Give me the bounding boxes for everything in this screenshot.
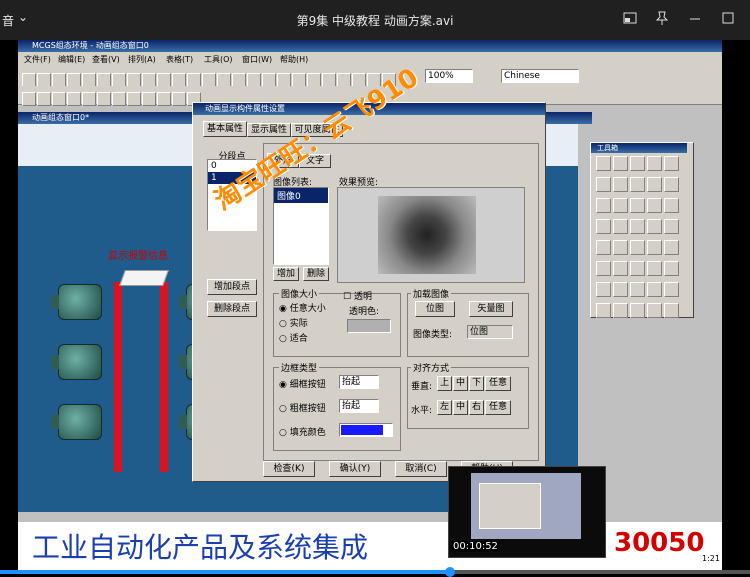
toolbox-title-text: 工具箱 — [597, 144, 618, 152]
language-select[interactable]: Chinese — [501, 69, 579, 83]
border-option-thin[interactable]: ◉ 细框按钮 — [279, 377, 326, 390]
menu-tools[interactable]: 工具(O) — [204, 54, 233, 65]
size-option-original[interactable]: ◉ 任意大小 — [279, 301, 326, 314]
app-title-bar: MCGS组态环境 - 动画组态窗口0 — [18, 40, 722, 52]
size-option-fit[interactable]: ○ 适合 — [279, 331, 308, 344]
taskbar-clock: 1:21 — [702, 554, 720, 563]
ad-banner: 工业自动化产品及系统集成 30050 1:21 — [18, 522, 722, 572]
vector-button[interactable]: 矢量图 — [469, 301, 513, 317]
halign-any-button[interactable]: 任意 — [485, 400, 511, 415]
maximize-icon[interactable] — [718, 10, 738, 30]
recorded-desktop: MCGS组态环境 - 动画组态窗口0 文件(F) 编辑(E) 查看(V) 排列(… — [18, 40, 722, 572]
transparent-color-label: 透明色: — [349, 307, 380, 317]
gantry-block — [119, 270, 169, 286]
halign-right-button[interactable]: 右 — [469, 400, 484, 415]
motor-1 — [51, 284, 102, 320]
thumbnail-image — [471, 473, 581, 539]
language-value: Chinese — [504, 71, 540, 81]
image-type-field: 位图 — [467, 325, 513, 339]
delete-segment-button[interactable]: 删除段点 — [207, 301, 257, 317]
menu-file[interactable]: 文件(F) — [24, 54, 51, 65]
toolbox-title: 工具箱 — [591, 143, 687, 153]
thick-raise-select[interactable]: 抬起 — [339, 399, 379, 413]
seek-bar-fill — [0, 570, 450, 574]
bitmap-button[interactable]: 位图 — [415, 301, 455, 317]
fan-preview-image — [378, 196, 476, 274]
valign-any-button[interactable]: 任意 — [485, 376, 511, 391]
valign-top-button[interactable]: 上 — [437, 376, 452, 391]
preview-box — [337, 187, 525, 283]
thin-raise-select[interactable]: 抬起 — [339, 375, 379, 389]
tab-basic[interactable]: 基本属性 — [203, 121, 247, 137]
menu-edit[interactable]: 编辑(E) — [58, 54, 85, 65]
menu-view[interactable]: 查看(V) — [92, 54, 120, 65]
player-title-bar: 音 ⌄ 第9集 中级教程 动画方案.avi — [0, 0, 750, 40]
image-type-label: 图像类型: — [413, 330, 453, 340]
valign-middle-button[interactable]: 中 — [453, 376, 468, 391]
thumbnail-time: 00:10:52 — [451, 541, 500, 552]
properties-dialog: 动画显示构件属性设置 基本属性 显示属性 可见度属性 分段点 0 1 增加段点 … — [192, 102, 546, 482]
image-list-item[interactable]: 图像0 — [274, 188, 328, 203]
gantry-left-post — [114, 282, 122, 472]
app-title: MCGS组态环境 - 动画组态窗口0 — [32, 41, 149, 50]
alignment-label: 对齐方式 — [411, 361, 452, 374]
check-button[interactable]: 检查(K) — [263, 461, 315, 477]
menu-table[interactable]: 表格(T) — [166, 54, 193, 65]
horizontal-label: 水平: — [411, 406, 433, 416]
menu-arrange[interactable]: 排列(A) — [128, 54, 156, 65]
image-add-button[interactable]: 增加 — [273, 267, 299, 281]
banner-text: 工业自动化产品及系统集成 — [32, 531, 369, 564]
banner-phone-tail: 30050 — [614, 528, 705, 558]
halign-left-button[interactable]: 左 — [437, 400, 452, 415]
toolbox-panel: 工具箱 — [590, 142, 694, 318]
alarm-label: 显示报警信息 — [108, 251, 168, 262]
halign-center-button[interactable]: 中 — [453, 400, 468, 415]
image-size-label: 图像大小 — [279, 287, 320, 300]
size-option-real[interactable]: ○ 实际 — [279, 316, 308, 329]
menu-help[interactable]: 帮助(H) — [280, 54, 308, 65]
align-toolbar-buttons[interactable] — [22, 88, 202, 107]
transparent-color-picker[interactable] — [347, 319, 391, 333]
add-segment-button[interactable]: 增加段点 — [207, 279, 257, 295]
cancel-button[interactable]: 取消(C) — [395, 461, 447, 477]
border-option-fill[interactable]: ○ 填充颜色 — [279, 425, 326, 438]
motor-2 — [51, 344, 102, 380]
load-image-label: 加载图像 — [411, 287, 452, 300]
canvas-title: 动画组态窗口0* — [32, 113, 90, 122]
fill-color-swatch — [341, 425, 383, 435]
pin-icon[interactable] — [652, 10, 672, 30]
gantry-right-post — [160, 282, 168, 472]
valign-bottom-button[interactable]: 下 — [469, 376, 484, 391]
menu-bar: 文件(F) 编辑(E) 查看(V) 排列(A) 表格(T) 工具(O) 窗口(W… — [18, 52, 722, 66]
border-option-thick[interactable]: ○ 粗框按钮 — [279, 401, 326, 414]
transparent-checkbox[interactable]: ☐ 透明 — [343, 289, 372, 302]
motor-3 — [51, 404, 102, 440]
image-list[interactable]: 图像0 — [273, 187, 329, 265]
vertical-label: 垂直: — [411, 382, 433, 392]
menu-window[interactable]: 窗口(W) — [242, 54, 272, 65]
toolbox-grid[interactable] — [595, 155, 695, 323]
image-delete-button[interactable]: 删除 — [303, 267, 329, 281]
fill-color-picker[interactable] — [339, 423, 393, 437]
confirm-button[interactable]: 确认(Y) — [329, 461, 381, 477]
border-type-label: 边框类型 — [279, 361, 320, 374]
dialog-title: 动画显示构件属性设置 — [205, 104, 285, 113]
thumbnail-dialog — [479, 483, 541, 529]
minimize-icon[interactable] — [685, 10, 705, 30]
seek-thumbnail: 00:10:52 — [448, 466, 606, 558]
picture-in-picture-icon[interactable] — [620, 10, 640, 30]
